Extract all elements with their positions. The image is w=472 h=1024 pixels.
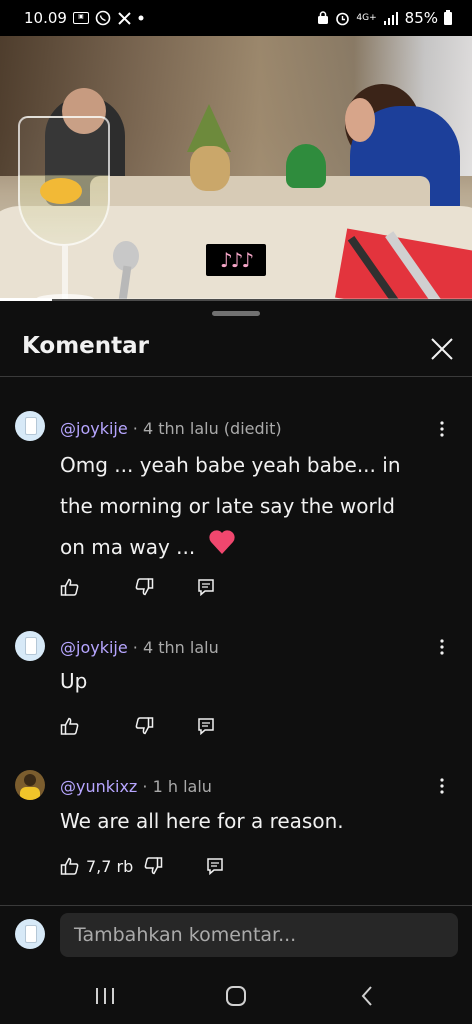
close-button[interactable]: [424, 331, 460, 367]
reply-button[interactable]: [196, 577, 216, 597]
more-options-button[interactable]: [432, 418, 452, 440]
comment-author[interactable]: @yunkixz: [60, 777, 137, 796]
home-icon: [225, 986, 246, 1006]
reply-button[interactable]: [196, 716, 216, 736]
dislike-button[interactable]: [134, 577, 154, 597]
like-button[interactable]: [60, 577, 80, 597]
divider: [0, 376, 472, 377]
comment-text: We are all here for a reason.: [60, 801, 450, 842]
avatar[interactable]: [15, 411, 45, 441]
reply-icon: [198, 579, 214, 596]
video-scene-glass-stem: [62, 246, 68, 299]
more-options-button[interactable]: [432, 636, 452, 658]
thumbs-up-icon: [60, 857, 79, 875]
pointer-box-icon: ▣: [72, 12, 89, 24]
comment-actions: [60, 575, 216, 599]
thumbs-down-icon: [144, 857, 163, 875]
avatar[interactable]: [15, 631, 45, 661]
status-bar: 10.09 ▣ 4G+ 85%: [0, 0, 472, 36]
dislike-button[interactable]: [134, 716, 154, 736]
comment-author[interactable]: @joykije: [60, 419, 128, 438]
like-button[interactable]: [60, 716, 80, 736]
battery-icon: [444, 9, 452, 25]
video-scene-pineapple-leaves: [187, 104, 231, 152]
reply-icon: [207, 858, 224, 875]
like-button[interactable]: [60, 856, 80, 876]
add-comment-placeholder: Tambahkan komentar...: [74, 924, 297, 946]
comment-meta: @joykije · 4 thn lalu (diedit): [60, 419, 282, 438]
video-scene-pineapple: [190, 146, 230, 191]
comment-meta: @joykije · 4 thn lalu: [60, 638, 219, 657]
status-right: 4G+ 85%: [317, 9, 452, 27]
comments-panel: Komentar @joykije · 4 thn lalu (diedit) …: [0, 301, 472, 1024]
thumbs-up-icon: [60, 578, 79, 596]
video-player[interactable]: ♪♪♪: [0, 36, 472, 299]
status-time: 10.09: [24, 9, 67, 27]
video-scene-face: [345, 98, 375, 142]
user-avatar[interactable]: [15, 919, 45, 949]
battery-percent: 85%: [404, 9, 438, 27]
more-vert-icon: [440, 639, 444, 655]
comment-text-line: Omg ... yeah babe yeah babe... in: [60, 453, 401, 477]
thumbs-up-icon: [60, 717, 79, 735]
more-vert-icon: [440, 421, 444, 437]
comment-time: · 1 h lalu: [137, 777, 212, 796]
alarm-icon: [335, 11, 350, 26]
comment-text: Omg ... yeah babe yeah babe... in the mo…: [60, 445, 450, 569]
comment-text-fragment: on ma way ...: [60, 535, 202, 559]
video-scene-lemon: [40, 178, 82, 204]
video-scene-cake: [286, 144, 326, 188]
signal-icon: [383, 11, 399, 25]
recent-apps-icon: [96, 988, 115, 1004]
avatar[interactable]: [15, 770, 45, 800]
more-vert-icon: [440, 778, 444, 794]
thumbs-down-icon: [135, 578, 154, 596]
close-icon: [431, 338, 453, 360]
reply-icon: [198, 718, 214, 735]
whatsapp-icon: [95, 10, 111, 26]
back-button[interactable]: [347, 976, 387, 1016]
music-notes-badge: ♪♪♪: [206, 244, 266, 276]
network-type: 4G+: [356, 13, 377, 23]
comment-text-line: on ma way ...: [60, 527, 450, 569]
reply-button[interactable]: [205, 856, 225, 876]
comment-actions: [60, 714, 216, 738]
like-count: 7,7 rb: [86, 856, 134, 876]
status-left: 10.09 ▣: [24, 9, 144, 27]
x-icon: [117, 11, 132, 26]
comment-author[interactable]: @joykije: [60, 638, 128, 657]
home-button[interactable]: [216, 976, 256, 1016]
comment-text-line: Up: [60, 669, 88, 693]
thumbs-down-icon: [135, 717, 154, 735]
drag-handle[interactable]: [212, 311, 260, 316]
lock-icon: [317, 11, 329, 25]
comment-time: · 4 thn lalu (diedit): [127, 419, 282, 438]
more-options-button[interactable]: [432, 775, 452, 797]
dislike-button[interactable]: [143, 856, 163, 876]
system-nav-bar: [0, 968, 472, 1024]
comment-text-line: the morning or late say the world: [60, 494, 395, 518]
add-comment-input[interactable]: Tambahkan komentar...: [60, 913, 458, 957]
comment-text-line: We are all here for a reason.: [60, 809, 344, 833]
heart-emoji-icon: [208, 528, 236, 569]
comment-time: · 4 thn lalu: [127, 638, 219, 657]
comment-text: Up: [60, 661, 450, 702]
panel-title: Komentar: [22, 333, 150, 359]
comment-actions: 7,7 rb: [60, 854, 225, 878]
back-icon: [361, 986, 372, 1006]
recent-apps-button[interactable]: [85, 976, 125, 1016]
comment-meta: @yunkixz · 1 h lalu: [60, 777, 212, 796]
dot-icon: [138, 15, 144, 21]
divider: [0, 905, 472, 906]
